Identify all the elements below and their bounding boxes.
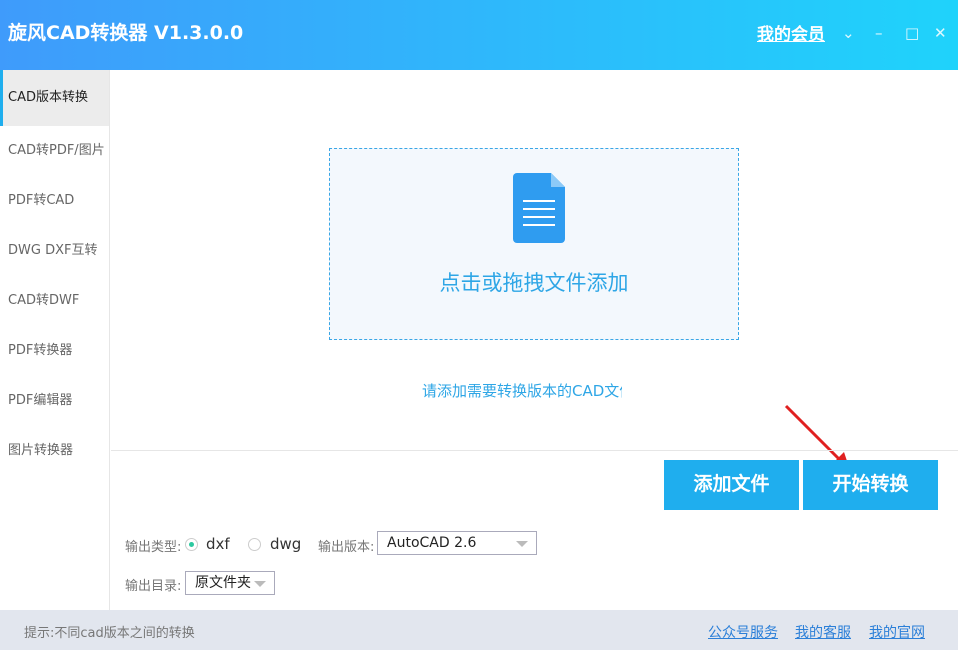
divider xyxy=(111,450,958,451)
output-dir-value: 原文件夹 xyxy=(195,575,251,591)
sidebar-item-cad-to-pdf[interactable]: CAD转PDF/图片 xyxy=(0,126,109,176)
output-type-label: 输出类型: xyxy=(125,540,182,555)
footer-tip: 提示:不同cad版本之间的转换 xyxy=(24,626,195,641)
customer-service-link[interactable]: 我的客服 xyxy=(795,622,851,642)
sidebar: CAD版本转换 CAD转PDF/图片 PDF转CAD DWG DXF互转 CAD… xyxy=(0,70,110,610)
my-membership-link[interactable]: 我的会员 xyxy=(757,20,825,45)
official-site-link[interactable]: 我的官网 xyxy=(869,622,925,642)
output-version-select[interactable]: AutoCAD 2.6 xyxy=(377,531,537,555)
sidebar-item-image-converter[interactable]: 图片转换器 xyxy=(0,426,109,476)
footer: 提示:不同cad版本之间的转换 公众号服务 我的客服 我的官网 xyxy=(0,610,958,650)
chevron-down-icon xyxy=(254,581,266,587)
sidebar-item-cad-version[interactable]: CAD版本转换 xyxy=(0,70,109,126)
radio-dxf[interactable] xyxy=(185,538,198,551)
radio-dwg-label[interactable]: dwg xyxy=(270,535,301,553)
radio-dxf-label[interactable]: dxf xyxy=(206,535,230,553)
chevron-down-icon xyxy=(516,541,528,547)
chevron-down-icon[interactable]: ⌄ xyxy=(842,24,855,42)
sidebar-item-pdf-converter[interactable]: PDF转换器 xyxy=(0,326,109,376)
sidebar-item-cad-to-dwf[interactable]: CAD转DWF xyxy=(0,276,109,326)
output-version-label: 输出版本: xyxy=(318,540,375,555)
output-dir-select[interactable]: 原文件夹 xyxy=(185,571,275,595)
drop-zone-text: 点击或拖拽文件添加 xyxy=(439,271,629,295)
sidebar-item-pdf-editor[interactable]: PDF编辑器 xyxy=(0,376,109,426)
close-icon[interactable]: ✕ xyxy=(934,24,947,42)
hint-text: 请添加需要转换版本的CAD文件 xyxy=(422,382,622,400)
sidebar-item-dwg-dxf[interactable]: DWG DXF互转 xyxy=(0,226,109,276)
output-dir-label: 输出目录: xyxy=(125,579,182,594)
radio-dwg[interactable] xyxy=(248,538,261,551)
wechat-service-link[interactable]: 公众号服务 xyxy=(708,622,778,642)
start-convert-button[interactable]: 开始转换 xyxy=(803,460,938,510)
file-drop-zone[interactable]: 点击或拖拽文件添加 xyxy=(329,148,739,340)
app-title: 旋风CAD转换器 V1.3.0.0 xyxy=(8,22,244,44)
add-file-button[interactable]: 添加文件 xyxy=(664,460,799,510)
sidebar-item-pdf-to-cad[interactable]: PDF转CAD xyxy=(0,176,109,226)
title-bar: 旋风CAD转换器 V1.3.0.0 我的会员 ⌄ – □ ✕ xyxy=(0,0,958,70)
document-icon xyxy=(513,173,565,243)
minimize-icon[interactable]: – xyxy=(875,24,883,42)
maximize-icon[interactable]: □ xyxy=(905,24,919,42)
output-version-value: AutoCAD 2.6 xyxy=(387,535,477,551)
